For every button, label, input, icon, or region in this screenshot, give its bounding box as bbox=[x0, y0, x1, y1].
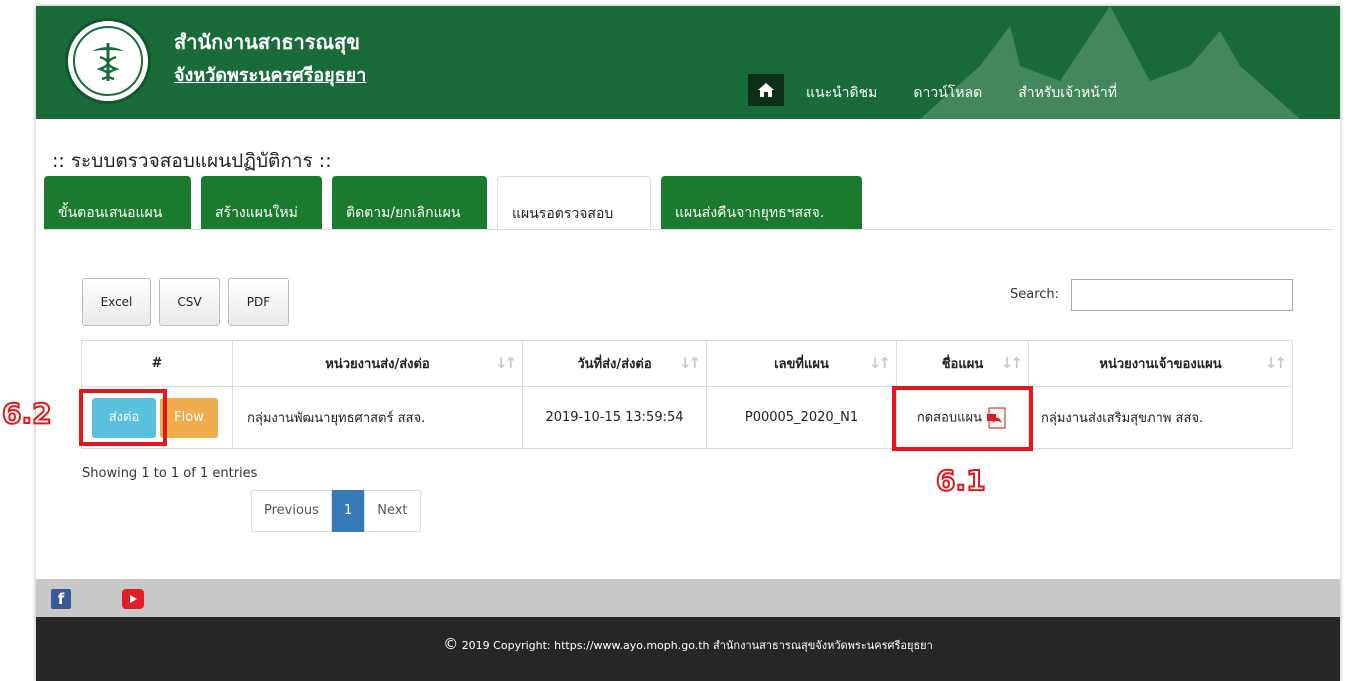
pagination: Previous 1 Next bbox=[251, 490, 421, 532]
col-header-plan-name[interactable]: ชื่อแผน ↓↑ bbox=[896, 340, 1029, 387]
cell-sender: กลุ่มงานพัฒนายุทธศาสตร์ สสจ. bbox=[232, 386, 523, 449]
ministry-logo[interactable] bbox=[65, 18, 151, 104]
annotation-label-6-1: 6.1 bbox=[935, 463, 987, 498]
site-header: สำนักงานสาธารณสุข จังหวัดพระนครศรีอยุธยา… bbox=[36, 6, 1340, 119]
home-icon bbox=[758, 83, 774, 97]
col-header-sender[interactable]: หน่วยงานส่ง/ส่งต่อ ↓↑ bbox=[232, 340, 523, 387]
page-1-button[interactable]: 1 bbox=[331, 490, 365, 532]
copyright-text: 2019 Copyright: https://www.ayo.moph.go.… bbox=[461, 639, 933, 652]
highlight-box-plan bbox=[892, 386, 1033, 451]
cell-owner: กลุ่มงานส่งเสริมสุขภาพ สสจ. bbox=[1028, 386, 1293, 449]
table-info: Showing 1 to 1 of 1 entries bbox=[82, 466, 258, 481]
facebook-icon[interactable]: f bbox=[51, 589, 71, 609]
org-title: สำนักงานสาธารณสุข bbox=[174, 30, 360, 54]
search-input[interactable] bbox=[1071, 279, 1293, 311]
annotation-label-6-2: 6.2 bbox=[1, 396, 53, 431]
top-nav: แนะนำดิชม ดาวน์โหลด สำหรับเจ้าหน้าที่ bbox=[748, 74, 1153, 106]
page-title: :: ระบบตรวจสอบแผนปฏิบัติการ :: bbox=[52, 150, 332, 172]
col-header-plan-no[interactable]: เลขที่แผน ↓↑ bbox=[706, 340, 897, 387]
flow-button[interactable]: Flow bbox=[160, 397, 218, 438]
pdf-button[interactable]: PDF bbox=[228, 278, 289, 326]
page-frame: สำนักงานสาธารณสุข จังหวัดพระนครศรีอยุธยา… bbox=[1, 6, 1340, 681]
plan-table: # หน่วยงานส่ง/ส่งต่อ ↓↑ วันที่ส่ง/ส่งต่อ ↓… bbox=[81, 340, 1293, 449]
nav-staff[interactable]: สำหรับเจ้าหน้าที่ bbox=[1018, 82, 1117, 104]
copyright-footer: © 2019 Copyright: https://www.ayo.moph.g… bbox=[36, 617, 1340, 681]
social-bar: f bbox=[36, 579, 1340, 617]
col-header-owner[interactable]: หน่วยงานเจ้าของแผน ↓↑ bbox=[1028, 340, 1293, 387]
col-header-date[interactable]: วันที่ส่ง/ส่งต่อ ↓↑ bbox=[522, 340, 707, 387]
excel-button[interactable]: Excel bbox=[82, 278, 151, 326]
next-page-button[interactable]: Next bbox=[364, 490, 421, 532]
sort-icon: ↓↑ bbox=[678, 354, 701, 372]
search-label: Search: bbox=[1010, 287, 1060, 302]
csv-button[interactable]: CSV bbox=[159, 278, 220, 326]
youtube-icon[interactable] bbox=[122, 589, 144, 609]
export-toolbar: Excel CSV PDF bbox=[82, 278, 297, 326]
highlight-box-forward bbox=[79, 389, 167, 446]
nav-download[interactable]: ดาวน์โหลด bbox=[913, 82, 982, 104]
copyright-icon: © bbox=[443, 635, 459, 653]
col-header-index[interactable]: # bbox=[81, 340, 233, 387]
tab-create-plan[interactable]: สร้างแผนใหม่ bbox=[201, 176, 322, 230]
sort-icon: ↓↑ bbox=[1000, 354, 1023, 372]
sort-icon: ↓↑ bbox=[494, 354, 517, 372]
tab-pending-review[interactable]: แผนรอตรวจสอบ bbox=[497, 176, 651, 230]
sort-icon: ↓↑ bbox=[868, 354, 891, 372]
org-subtitle: จังหวัดพระนครศรีอยุธยา bbox=[174, 65, 367, 86]
nav-about[interactable]: แนะนำดิชม bbox=[806, 82, 877, 104]
sort-icon: ↓↑ bbox=[1264, 354, 1287, 372]
cell-date: 2019-10-15 13:59:54 bbox=[522, 386, 707, 449]
home-button[interactable] bbox=[748, 74, 784, 106]
tab-returned-plans[interactable]: แผนส่งคืนจากยุทธฯสสจ. bbox=[661, 176, 862, 230]
tab-divider bbox=[44, 229, 1334, 230]
cell-plan-no: P00005_2020_N1 bbox=[706, 386, 897, 449]
prev-page-button[interactable]: Previous bbox=[251, 490, 332, 532]
tab-bar: ขั้นตอนเสนอแผน สร้างแผนใหม่ ติดตาม/ยกเลิ… bbox=[44, 176, 872, 230]
table-row: ส่งต่อ Flow กลุ่มงานพัฒนายุทธศาสตร์ สสจ. … bbox=[81, 386, 1293, 449]
tab-track-cancel[interactable]: ติดตาม/ยกเลิกแผน bbox=[332, 176, 487, 230]
tab-submit-steps[interactable]: ขั้นตอนเสนอแผน bbox=[44, 176, 191, 230]
